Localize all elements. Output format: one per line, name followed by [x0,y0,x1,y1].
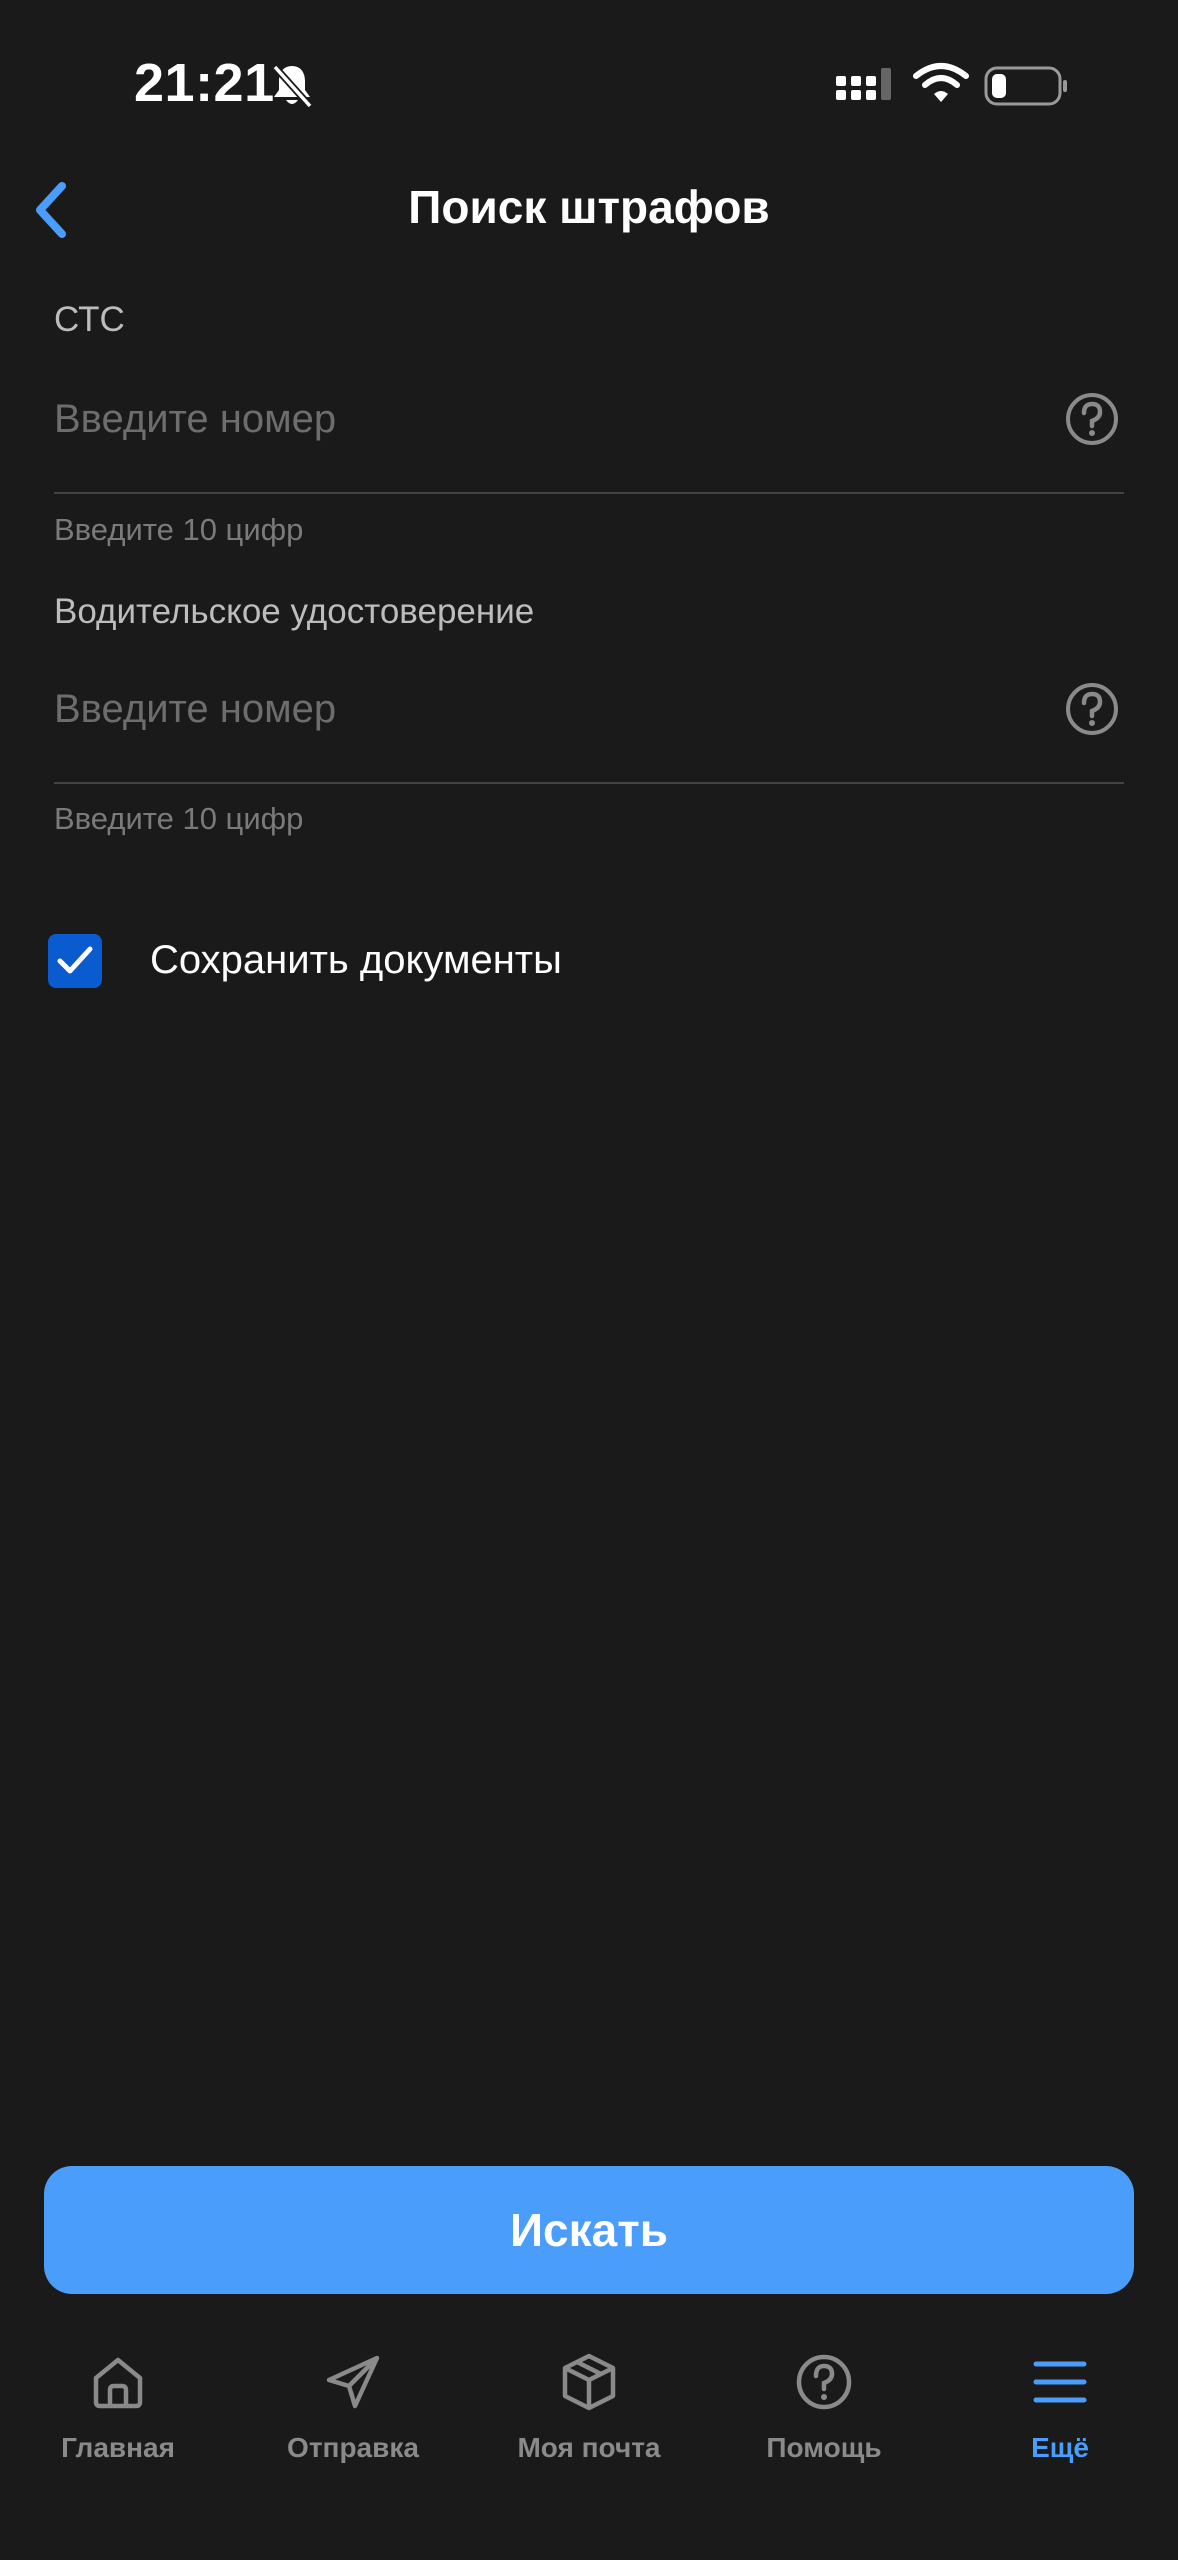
status-time: 21:21 [134,53,275,113]
license-input[interactable] [54,674,1034,744]
search-button[interactable]: Искать [44,2166,1134,2294]
sts-underline [54,492,1124,494]
sts-input[interactable] [54,384,1034,454]
nav-label-send: Отправка [287,2432,419,2463]
nav-label-more: Ещё [1031,2432,1089,2463]
paper-plane-icon [326,2355,380,2409]
menu-icon [1033,2361,1087,2403]
nav-item-more[interactable]: Ещё [942,2352,1178,2472]
nav-label-my-mail: Моя почта [517,2432,661,2463]
nav-label-help: Помощь [766,2432,882,2463]
nav-label-home: Главная [61,2432,175,2463]
sts-hint: Введите 10 цифр [54,512,304,547]
nav-item-send[interactable]: Отправка [235,2352,471,2472]
battery-icon [984,64,1070,108]
package-icon [562,2353,616,2411]
save-documents-label[interactable]: Сохранить документы [150,938,562,983]
nav-item-help[interactable]: Помощь [706,2352,942,2472]
home-icon [93,2357,143,2409]
checkmark-icon [57,946,93,974]
sts-label: СТС [54,300,125,339]
wifi-icon [912,62,970,106]
license-help-icon[interactable] [1064,681,1120,737]
sts-help-icon[interactable] [1064,391,1120,447]
page-title: Поиск штрафов [408,181,770,233]
license-underline [54,782,1124,784]
license-hint: Введите 10 цифр [54,801,304,836]
help-icon [796,2354,852,2410]
bell-muted-icon [270,62,314,110]
license-label: Водительское удостоверение [54,592,535,631]
cellular-signal-icon [834,64,896,108]
nav-item-my-mail[interactable]: Моя почта [471,2352,707,2472]
nav-item-home[interactable]: Главная [0,2352,236,2472]
save-documents-checkbox[interactable] [48,934,102,988]
